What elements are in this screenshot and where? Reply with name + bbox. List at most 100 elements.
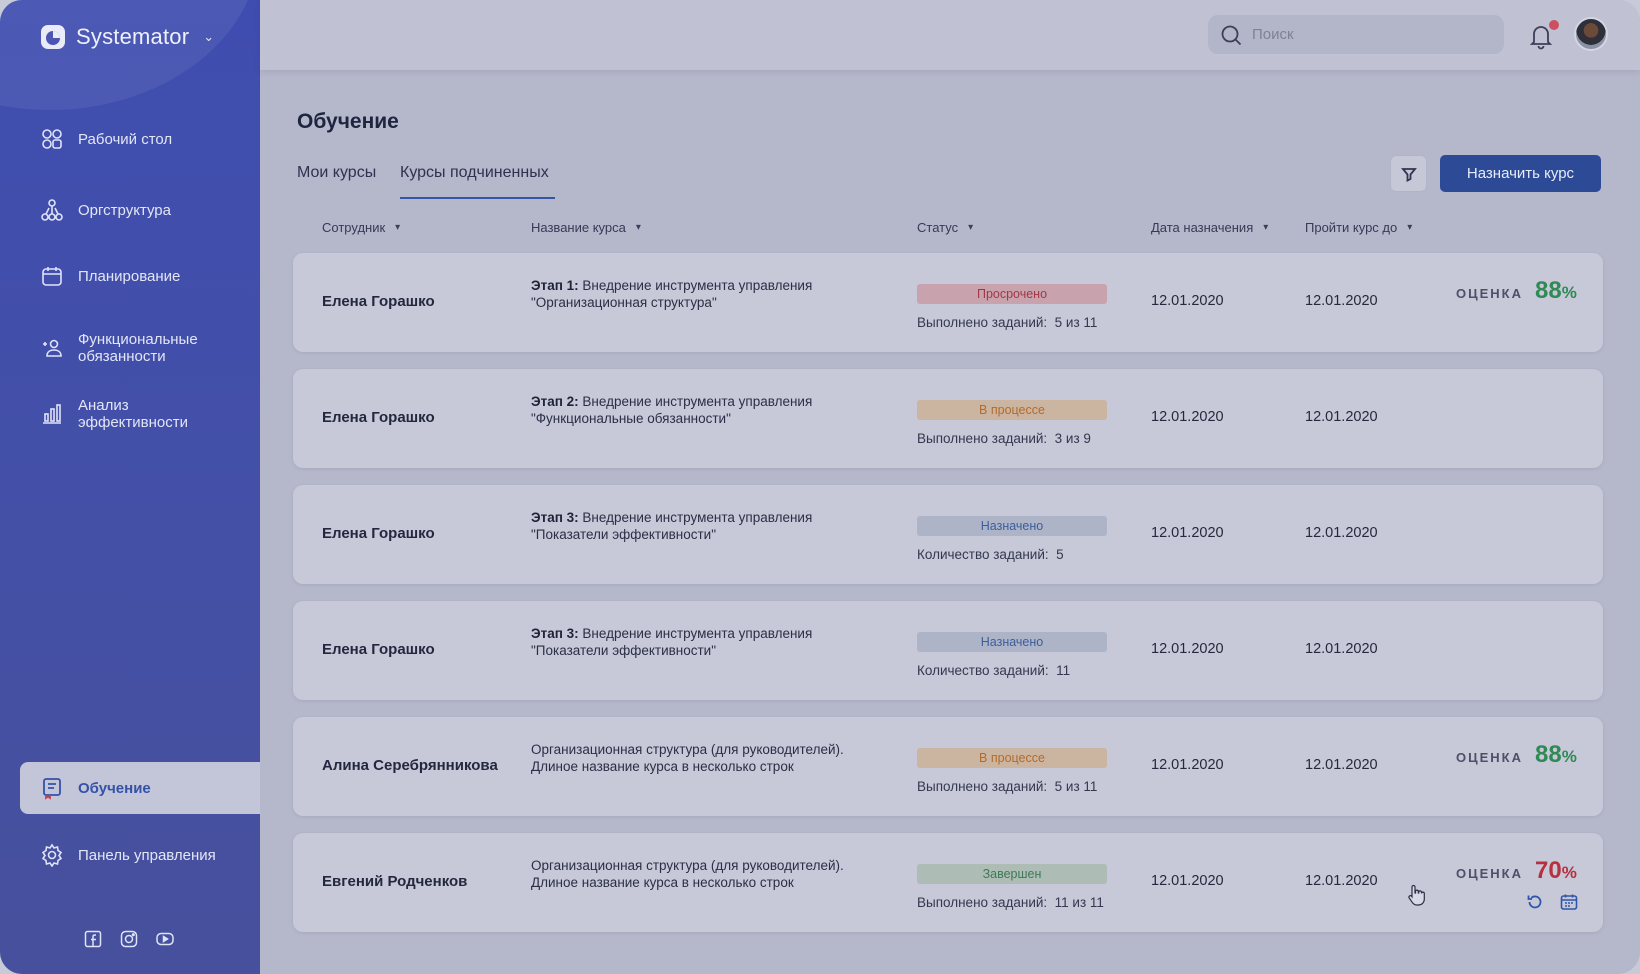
- sidebar-item-performance[interactable]: Анализ эффективности: [20, 396, 260, 432]
- retry-icon[interactable]: [1526, 893, 1544, 911]
- column-header-due-date[interactable]: Пройти курс до ▾: [1305, 220, 1412, 235]
- tasks-label: Выполнено заданий:: [917, 895, 1048, 910]
- table-row[interactable]: Елена Горашко Этап 3: Внедрение инструме…: [293, 485, 1603, 584]
- search-icon: [1221, 25, 1242, 45]
- course-title: Организационная структура (для руководит…: [531, 857, 891, 891]
- topbar: [260, 0, 1640, 70]
- sidebar-item-label: Функциональные обязанности: [78, 331, 198, 365]
- table-row[interactable]: Елена Горашко Этап 3: Внедрение инструме…: [293, 601, 1603, 700]
- table-row[interactable]: Евгений Родченков Организационная структ…: [293, 833, 1603, 932]
- score: ОЦЕНКА 88%: [1456, 277, 1577, 305]
- employee-name: Елена Горашко: [322, 409, 435, 426]
- assigned-date: 12.01.2020: [1151, 757, 1224, 773]
- chevron-down-icon[interactable]: ⌄: [203, 29, 214, 45]
- status-badge: В процессе: [917, 400, 1107, 420]
- table-row[interactable]: Елена Горашко Этап 1: Внедрение инструме…: [293, 253, 1603, 352]
- gear-icon: [41, 843, 63, 867]
- employee-name: Евгений Родченков: [322, 873, 468, 890]
- score: ОЦЕНКА 88%: [1456, 741, 1577, 769]
- due-date: 12.01.2020: [1305, 757, 1378, 773]
- tasks-value: 11 из 11: [1054, 895, 1104, 910]
- tasks-label: Количество заданий:: [917, 663, 1049, 678]
- tab-subordinates-courses[interactable]: Курсы подчиненных: [400, 164, 549, 182]
- column-header-status[interactable]: Статус ▾: [917, 220, 973, 235]
- avatar[interactable]: [1574, 17, 1608, 51]
- sidebar-item-label: Панель управления: [78, 846, 216, 864]
- employee-name: Алина Серебрянникова: [322, 757, 498, 774]
- column-header-course[interactable]: Название курса ▾: [531, 220, 641, 235]
- tab-my-courses[interactable]: Мои курсы: [297, 164, 376, 182]
- table-row[interactable]: Елена Горашко Этап 2: Внедрение инструме…: [293, 369, 1603, 468]
- tasks-value: 5 из 11: [1054, 315, 1098, 330]
- filter-icon: [1400, 167, 1417, 182]
- course-stage: Этап 1:: [531, 278, 579, 293]
- sidebar-item-org-structure[interactable]: Оргструктура: [20, 198, 260, 222]
- youtube-icon[interactable]: [156, 930, 174, 948]
- course-name: Организационная структура (для руководит…: [531, 858, 844, 890]
- sidebar: Systemator ⌄ Рабочий стол Оргструктура П…: [0, 0, 260, 974]
- course-stage: Этап 3:: [531, 510, 579, 525]
- tasks-count: Количество заданий: 5: [917, 547, 1064, 562]
- calendar-icon[interactable]: [1560, 893, 1578, 911]
- column-header-label: Пройти курс до: [1305, 220, 1398, 235]
- search-box[interactable]: [1208, 15, 1504, 54]
- tasks-label: Количество заданий:: [917, 547, 1049, 562]
- assign-course-button[interactable]: Назначить курс: [1440, 155, 1601, 192]
- row-actions: [1526, 893, 1578, 911]
- tasks-count: Выполнено заданий: 5 из 11: [917, 779, 1097, 794]
- facebook-icon[interactable]: [84, 930, 102, 948]
- assigned-date: 12.01.2020: [1151, 873, 1224, 889]
- book-icon: [43, 778, 61, 800]
- search-input[interactable]: [1250, 25, 1494, 44]
- status-badge: Завершен: [917, 864, 1107, 884]
- sidebar-item-planning[interactable]: Планирование: [20, 264, 260, 288]
- status-badge: Назначено: [917, 516, 1107, 536]
- filter-button[interactable]: [1390, 155, 1427, 192]
- assigned-date: 12.01.2020: [1151, 293, 1224, 309]
- due-date: 12.01.2020: [1305, 525, 1378, 541]
- sidebar-item-duties[interactable]: Функциональные обязанности: [20, 330, 260, 366]
- chevron-down-icon: ▾: [635, 222, 641, 233]
- page-title: Обучение: [297, 110, 399, 133]
- sidebar-item-label: Оргструктура: [78, 201, 171, 219]
- tasks-count: Выполнено заданий: 3 из 9: [917, 431, 1091, 446]
- score-value: 88%: [1535, 741, 1577, 768]
- active-tab-indicator: [400, 197, 555, 199]
- chevron-down-icon: ▾: [1407, 222, 1413, 233]
- sidebar-item-label: Анализ эффективности: [78, 397, 189, 431]
- status-badge: В процессе: [917, 748, 1107, 768]
- score: ОЦЕНКА 70%: [1456, 857, 1577, 885]
- due-date: 12.01.2020: [1305, 641, 1378, 657]
- instagram-icon[interactable]: [120, 930, 138, 948]
- app-window: Systemator ⌄ Рабочий стол Оргструктура П…: [0, 0, 1640, 974]
- column-header-label: Сотрудник: [322, 220, 386, 235]
- tasks-value: 11: [1056, 663, 1071, 678]
- systemator-logo-icon: [41, 25, 65, 49]
- column-header-assigned-date[interactable]: Дата назначения ▾: [1151, 220, 1268, 235]
- chevron-down-icon: ▾: [968, 222, 974, 233]
- score-value: 88%: [1535, 277, 1577, 304]
- dashboard-icon: [42, 129, 62, 149]
- column-header-label: Дата назначения: [1151, 220, 1254, 235]
- sidebar-item-dashboard[interactable]: Рабочий стол: [20, 127, 260, 151]
- table-row[interactable]: Алина Серебрянникова Организационная стр…: [293, 717, 1603, 816]
- brand[interactable]: Systemator ⌄: [40, 24, 214, 50]
- chevron-down-icon: ▾: [395, 222, 401, 233]
- assigned-date: 12.01.2020: [1151, 525, 1224, 541]
- tasks-count: Выполнено заданий: 11 из 11: [917, 895, 1104, 910]
- sidebar-item-control-panel[interactable]: Панель управления: [20, 843, 260, 867]
- hand-cursor-icon: [1408, 884, 1425, 906]
- bar-chart-icon: [43, 404, 61, 424]
- sidebar-item-learning[interactable]: Обучение: [20, 762, 260, 814]
- person-duties-icon: [43, 339, 62, 357]
- score-label: ОЦЕНКА: [1456, 286, 1523, 301]
- notification-dot: [1549, 20, 1559, 30]
- sidebar-item-label: Обучение: [78, 779, 151, 797]
- chevron-down-icon: ▾: [1263, 222, 1269, 233]
- column-header-employee[interactable]: Сотрудник ▾: [322, 220, 400, 235]
- tasks-label: Выполнено заданий:: [917, 315, 1048, 330]
- tasks-count: Выполнено заданий: 5 из 11: [917, 315, 1097, 330]
- course-title: Этап 3: Внедрение инструмента управления…: [531, 625, 891, 659]
- course-title: Этап 2: Внедрение инструмента управления…: [531, 393, 891, 427]
- tasks-value: 5: [1056, 547, 1064, 562]
